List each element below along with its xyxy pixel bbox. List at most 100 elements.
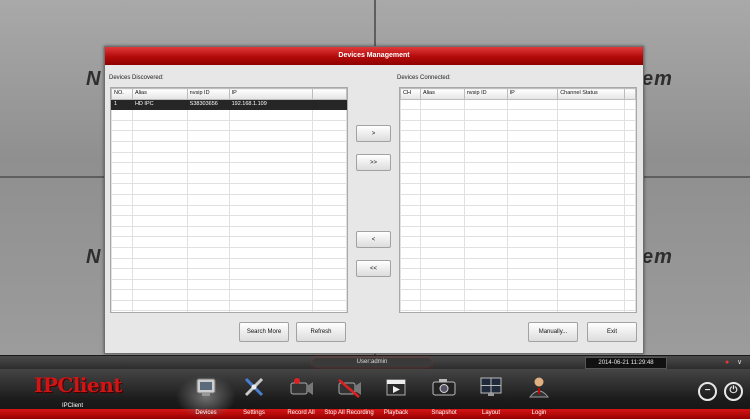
table-row[interactable]: [400, 225, 636, 238]
chevron-down-icon[interactable]: ∨: [737, 359, 742, 367]
discovered-header[interactable]: NO.: [111, 88, 133, 100]
table-row[interactable]: [400, 172, 636, 185]
refresh-button[interactable]: Refresh: [296, 322, 346, 342]
table-row[interactable]: [111, 162, 347, 174]
table-row[interactable]: [400, 310, 636, 312]
table-cell: [186, 257, 230, 270]
table-cell: [400, 151, 421, 164]
alarm-icon[interactable]: ●: [725, 359, 729, 367]
table-row[interactable]: [400, 246, 636, 259]
table-cell: [506, 257, 559, 270]
table-cell: [228, 119, 314, 132]
table-row[interactable]: [400, 215, 636, 227]
connected-header[interactable]: nvsip ID: [463, 88, 508, 100]
table-cell: [400, 310, 421, 312]
toolbar-login[interactable]: Login: [509, 375, 569, 419]
table-cell: [186, 299, 230, 312]
table-row[interactable]: [400, 162, 636, 174]
table-row[interactable]: [111, 215, 347, 227]
manually-button[interactable]: Manually...: [528, 322, 578, 342]
add-selected-button[interactable]: >: [356, 125, 391, 142]
table-cell: [506, 98, 559, 111]
remove-all-button[interactable]: <<: [356, 260, 391, 277]
table-cell: [463, 289, 508, 301]
table-row[interactable]: [111, 109, 347, 121]
table-row[interactable]: [111, 257, 347, 270]
table-cell: [111, 140, 133, 153]
table-cell: [312, 98, 347, 111]
discovered-devices-table[interactable]: NO. Alias nvsip ID IP 1 HD IPC S38303656 192.1…: [110, 87, 348, 313]
table-cell: [419, 204, 465, 217]
add-all-button[interactable]: >>: [356, 154, 391, 171]
table-row[interactable]: [111, 236, 347, 248]
table-row[interactable]: 1 HD IPC S38303656 192.168.1.109: [111, 98, 347, 111]
table-cell: [506, 236, 559, 248]
table-cell: [228, 172, 314, 185]
table-cell: [419, 289, 465, 301]
search-more-button[interactable]: Search More: [239, 322, 289, 342]
table-row[interactable]: [111, 183, 347, 195]
table-cell: [624, 98, 636, 111]
remove-selected-button[interactable]: <: [356, 231, 391, 248]
table-cell: [312, 204, 347, 217]
main-toolbar: IPClient Devices Settings Record All Sto…: [0, 369, 750, 419]
table-row[interactable]: [400, 289, 636, 301]
table-cell: [312, 183, 347, 195]
connected-devices-table[interactable]: CH Alias nvsip ID IP Channel Status: [399, 87, 637, 313]
table-row[interactable]: [400, 278, 636, 291]
connected-header[interactable]: CH: [400, 88, 421, 100]
table-row[interactable]: [111, 119, 347, 132]
table-row[interactable]: [400, 257, 636, 270]
connected-header[interactable]: Alias: [419, 88, 465, 100]
table-row[interactable]: [400, 204, 636, 217]
table-row[interactable]: [111, 246, 347, 259]
table-row[interactable]: [111, 172, 347, 185]
table-cell: [111, 236, 133, 248]
discovered-header[interactable]: nvsip ID: [186, 88, 230, 100]
table-cell: [463, 278, 508, 291]
table-row[interactable]: [111, 193, 347, 206]
table-row[interactable]: [111, 310, 347, 312]
table-row[interactable]: [400, 119, 636, 132]
table-row[interactable]: [400, 268, 636, 280]
table-row[interactable]: [111, 299, 347, 312]
table-cell: [463, 119, 508, 132]
table-cell: [228, 225, 314, 238]
table-row[interactable]: [111, 140, 347, 153]
table-cell: [624, 183, 636, 195]
discovered-header[interactable]: IP: [228, 88, 314, 100]
table-row[interactable]: [400, 130, 636, 142]
table-cell: [624, 162, 636, 174]
table-row[interactable]: [400, 183, 636, 195]
table-row[interactable]: [111, 204, 347, 217]
playback-icon: [386, 379, 406, 396]
table-cell: [111, 257, 133, 270]
table-row[interactable]: [111, 268, 347, 280]
table-cell: [131, 289, 188, 301]
table-cell: [186, 119, 230, 132]
table-row[interactable]: [111, 151, 347, 164]
table-cell: [111, 204, 133, 217]
minimize-icon[interactable]: −: [698, 382, 717, 401]
power-icon[interactable]: ⏻: [724, 382, 743, 401]
table-row[interactable]: [111, 225, 347, 238]
table-row[interactable]: [400, 299, 636, 312]
connected-header[interactable]: IP: [506, 88, 559, 100]
table-row[interactable]: [400, 151, 636, 164]
table-row[interactable]: [400, 109, 636, 121]
table-row[interactable]: [111, 289, 347, 301]
table-row[interactable]: [400, 193, 636, 206]
connected-header[interactable]: Channel Status: [557, 88, 625, 100]
table-cell: [186, 130, 230, 142]
table-cell: [506, 299, 559, 312]
exit-button[interactable]: Exit: [587, 322, 637, 342]
table-cell: [186, 183, 230, 195]
table-row[interactable]: [400, 98, 636, 111]
table-row[interactable]: [400, 236, 636, 248]
discovered-header[interactable]: Alias: [131, 88, 188, 100]
table-row[interactable]: [111, 130, 347, 142]
table-row[interactable]: [400, 140, 636, 153]
table-cell: [463, 257, 508, 270]
table-cell: [111, 246, 133, 259]
table-row[interactable]: [111, 278, 347, 291]
